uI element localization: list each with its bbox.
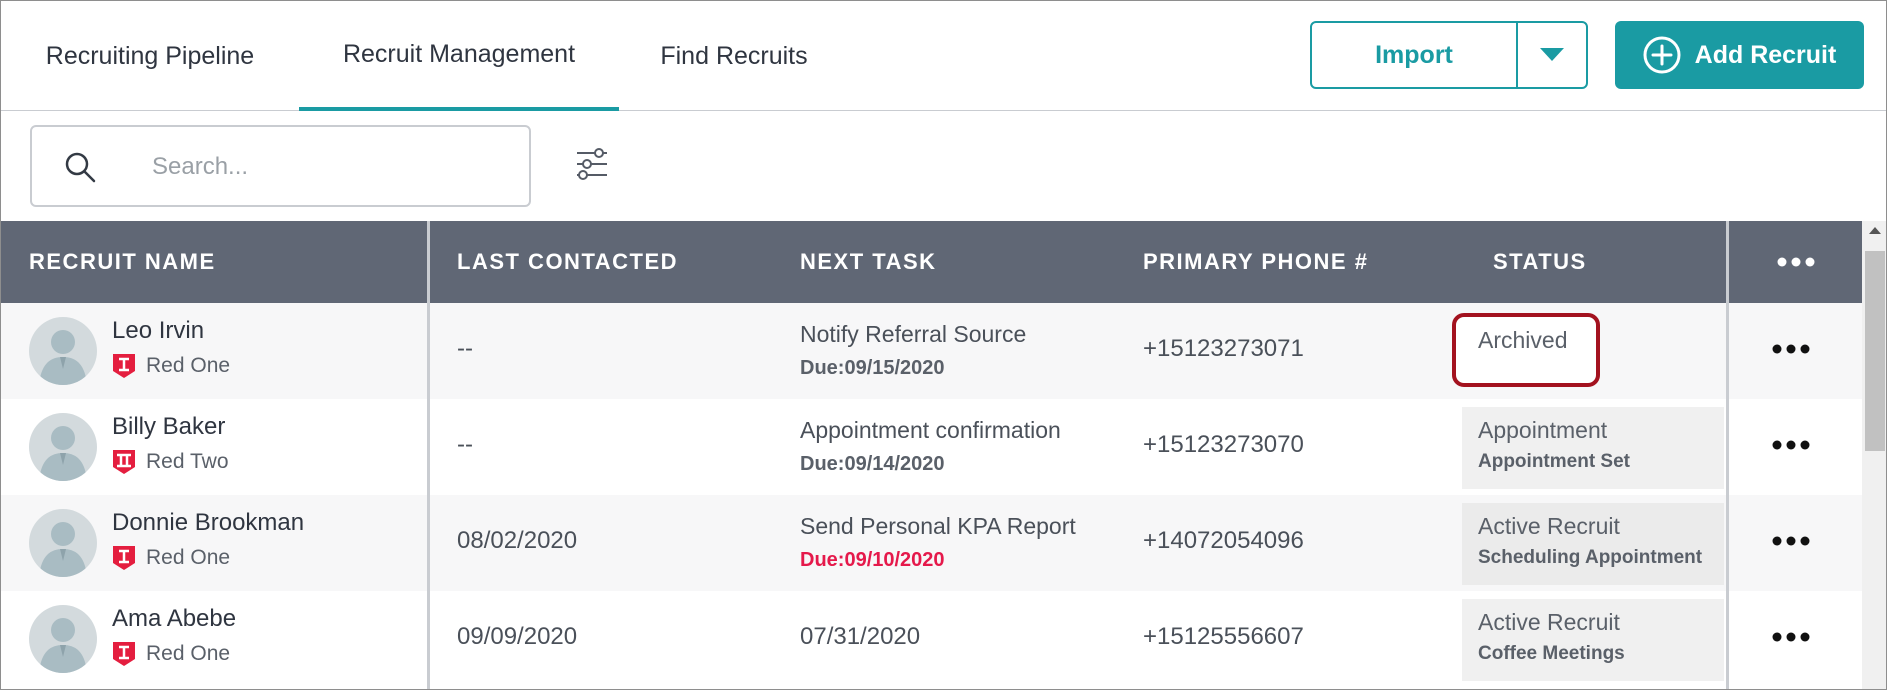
column-header-primary-phone[interactable]: PRIMARY PHONE # xyxy=(1143,221,1368,303)
primary-phone[interactable]: +15125556607 xyxy=(1143,623,1304,651)
scroll-up-arrow-icon xyxy=(1869,227,1881,234)
tab-label: Recruiting Pipeline xyxy=(45,41,255,70)
filter-icon[interactable] xyxy=(575,147,609,181)
import-label: Import xyxy=(1375,40,1453,69)
avatar-icon xyxy=(29,317,97,385)
vertical-scrollbar[interactable] xyxy=(1862,221,1886,689)
next-task-title[interactable]: Notify Referral Source xyxy=(800,321,1090,348)
table-row[interactable]: Leo Irvin Red One -- Notify Referral Sou… xyxy=(1,303,1862,399)
tab-label: Recruit Management xyxy=(342,39,576,68)
table-row[interactable]: Billy Baker Red Two -- Appointment confi… xyxy=(1,399,1862,495)
tab-recruiting-pipeline[interactable]: Recruiting Pipeline xyxy=(1,1,299,111)
team-name: Red One xyxy=(146,354,231,377)
status-stage: Appointment Set xyxy=(1478,451,1630,472)
recruit-name[interactable]: Donnie Brookman xyxy=(112,509,304,537)
app-window: Recruiting Pipeline Recruit Management F… xyxy=(0,0,1887,690)
status-stage: Coffee Meetings xyxy=(1478,643,1625,664)
last-contacted: 08/02/2020 xyxy=(457,527,578,554)
last-contacted: -- xyxy=(457,335,473,362)
next-task-due: Due:09/15/2020 xyxy=(800,357,945,379)
team-label: Red One xyxy=(112,353,230,379)
team-label: Red One xyxy=(112,641,230,667)
import-dropdown-toggle[interactable] xyxy=(1518,23,1586,87)
column-divider xyxy=(1726,221,1729,689)
top-nav: Recruiting Pipeline Recruit Management F… xyxy=(1,1,1886,111)
import-button[interactable]: Import xyxy=(1312,23,1518,87)
next-task-due-overdue: Due:09/10/2020 xyxy=(800,549,945,571)
last-contacted: -- xyxy=(457,431,473,458)
row-options-button[interactable] xyxy=(1771,533,1811,551)
search-icon xyxy=(65,152,96,183)
caret-down-icon xyxy=(1540,48,1564,61)
table-row[interactable]: Ama Abebe Red One 09/09/2020 07/31/2020 … xyxy=(1,591,1862,687)
row-options-button[interactable] xyxy=(1771,341,1811,359)
column-divider xyxy=(427,221,430,689)
primary-phone[interactable]: +14072054096 xyxy=(1143,527,1304,555)
tab-recruit-management[interactable]: Recruit Management xyxy=(299,1,619,111)
add-recruit-label: Add Recruit xyxy=(1694,40,1837,69)
table-row[interactable]: Donnie Brookman Red One 08/02/2020 Send … xyxy=(1,495,1862,591)
row-options-button[interactable] xyxy=(1771,629,1811,647)
scroll-thumb[interactable] xyxy=(1865,251,1885,451)
column-header-status[interactable]: STATUS xyxy=(1493,221,1587,303)
status-badge[interactable]: Archived xyxy=(1478,327,1567,354)
next-task-due: Due:09/14/2020 xyxy=(800,453,945,475)
team-one-badge-icon xyxy=(113,354,135,378)
tab-find-recruits[interactable]: Find Recruits xyxy=(619,1,849,111)
more-horizontal-icon xyxy=(1772,536,1810,546)
search-box xyxy=(30,125,531,207)
status-badge[interactable]: Appointment xyxy=(1478,417,1607,444)
next-task-date: 07/31/2020 xyxy=(800,623,921,650)
import-button-group: Import xyxy=(1310,21,1588,89)
next-task-title[interactable]: Send Personal KPA Report xyxy=(800,513,1090,540)
table-header: RECRUIT NAME LAST CONTACTED NEXT TASK PR… xyxy=(1,221,1862,303)
more-horizontal-icon xyxy=(1777,257,1815,267)
avatar-icon xyxy=(29,509,97,577)
more-horizontal-icon xyxy=(1772,344,1810,354)
team-name: Red One xyxy=(146,546,231,569)
avatar-icon xyxy=(29,413,97,481)
avatar-icon xyxy=(29,605,97,673)
team-label: Red Two xyxy=(112,449,229,475)
tab-label: Find Recruits xyxy=(660,41,808,70)
more-horizontal-icon xyxy=(1772,632,1810,642)
column-header-next-task[interactable]: NEXT TASK xyxy=(800,221,937,303)
row-options-button[interactable] xyxy=(1771,437,1811,455)
more-horizontal-icon xyxy=(1772,440,1810,450)
scroll-up-button[interactable] xyxy=(1862,225,1886,241)
recruit-name[interactable]: Billy Baker xyxy=(112,413,225,441)
team-name: Red Two xyxy=(146,450,229,473)
last-contacted: 09/09/2020 xyxy=(457,623,578,650)
next-task-title[interactable]: Appointment confirmation xyxy=(800,417,1090,444)
team-label: Red One xyxy=(112,545,230,571)
column-header-recruit-name[interactable]: RECRUIT NAME xyxy=(29,221,216,303)
status-stage: Scheduling Appointment xyxy=(1478,547,1703,568)
search-input[interactable] xyxy=(152,147,512,187)
status-badge[interactable]: Active Recruit xyxy=(1478,609,1620,636)
column-options-button[interactable] xyxy=(1731,221,1861,303)
recruit-name[interactable]: Leo Irvin xyxy=(112,317,204,345)
team-name: Red One xyxy=(146,642,231,665)
status-badge[interactable]: Active Recruit xyxy=(1478,513,1620,540)
recruit-name[interactable]: Ama Abebe xyxy=(112,605,236,633)
team-one-badge-icon xyxy=(113,546,135,570)
team-two-badge-icon xyxy=(113,450,135,474)
primary-phone[interactable]: +15123273070 xyxy=(1143,431,1304,459)
column-header-last-contacted[interactable]: LAST CONTACTED xyxy=(457,221,678,303)
plus-circle-icon xyxy=(1643,36,1681,74)
primary-phone[interactable]: +15123273071 xyxy=(1143,335,1304,363)
add-recruit-button[interactable]: Add Recruit xyxy=(1615,21,1864,89)
team-one-badge-icon xyxy=(113,642,135,666)
